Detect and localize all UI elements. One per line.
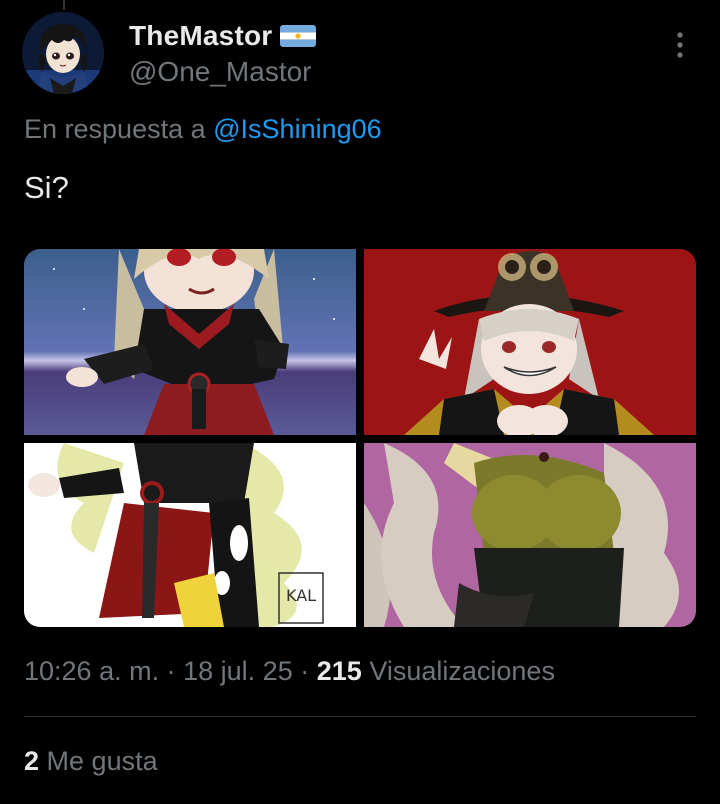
likes-label: Me gusta bbox=[46, 746, 158, 776]
views-label: Visualizaciones bbox=[369, 656, 555, 686]
meta-separator: · bbox=[300, 656, 310, 686]
reply-mention-link[interactable]: @IsShining06 bbox=[213, 114, 382, 144]
media-image-4[interactable] bbox=[364, 443, 696, 627]
sketch-character-image: KAL bbox=[24, 443, 356, 627]
anime-avatar-icon bbox=[22, 12, 104, 94]
likes-count: 2 bbox=[24, 746, 40, 776]
media-image-1[interactable] bbox=[24, 249, 356, 435]
meta-separator: · bbox=[166, 656, 176, 686]
media-image-3[interactable]: KAL bbox=[24, 443, 356, 627]
argentina-flag-icon bbox=[280, 25, 317, 47]
svg-text:KAL: KAL bbox=[286, 586, 316, 605]
divider bbox=[24, 716, 696, 717]
more-options-icon bbox=[677, 32, 683, 58]
closeup-character-image bbox=[364, 443, 696, 627]
witch-character-image bbox=[364, 249, 696, 435]
author-display-name[interactable]: TheMastor bbox=[129, 20, 272, 52]
avatar[interactable] bbox=[22, 12, 104, 94]
media-grid: KAL bbox=[24, 249, 696, 627]
tweet-date[interactable]: 18 jul. 25 bbox=[183, 656, 293, 686]
gacha-character-image bbox=[24, 249, 356, 435]
author-info: TheMastor @One_Mastor bbox=[129, 18, 317, 88]
likes-link[interactable]: 2 Me gusta bbox=[24, 746, 158, 777]
tweet-time[interactable]: 10:26 a. m. bbox=[24, 656, 159, 686]
media-image-2[interactable] bbox=[364, 249, 696, 435]
views-count: 215 bbox=[316, 656, 362, 686]
reply-context: En respuesta a @IsShining06 bbox=[24, 114, 382, 145]
tweet-text: Si? bbox=[24, 170, 69, 205]
reply-prefix: En respuesta a bbox=[24, 114, 206, 144]
author-handle[interactable]: @One_Mastor bbox=[129, 56, 316, 88]
tweet-meta: 10:26 a. m. · 18 jul. 25 · 215 Visualiza… bbox=[24, 656, 555, 687]
more-options-button[interactable] bbox=[664, 28, 696, 62]
thread-connector-line bbox=[63, 0, 65, 10]
